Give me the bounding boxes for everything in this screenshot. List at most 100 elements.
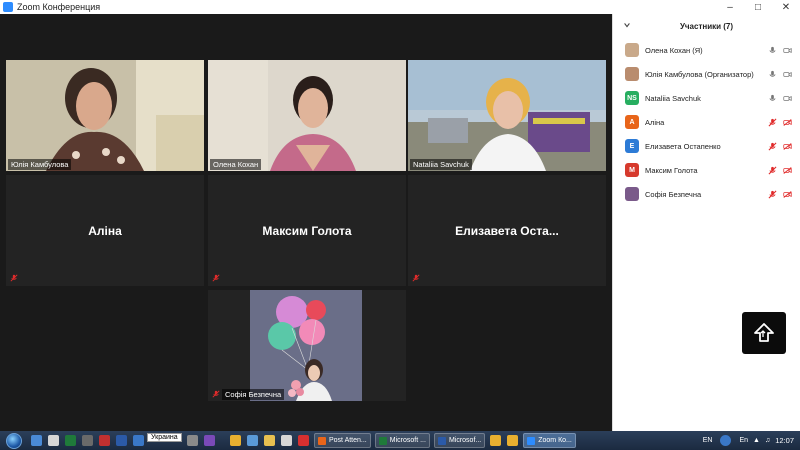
language-indicator-2[interactable]: En xyxy=(739,437,748,444)
video-tile-yelyzaveta[interactable]: Елизавета Оста... xyxy=(408,175,606,286)
quicklaunch-icon[interactable] xyxy=(99,435,110,446)
tile-name-tag: Софія Безпечна xyxy=(222,389,285,400)
taskbar-app-post-attendance[interactable]: Post Atten... xyxy=(314,433,371,448)
quicklaunch-icon[interactable] xyxy=(31,435,42,446)
camera-icon[interactable] xyxy=(783,46,792,55)
mic-muted-icon[interactable] xyxy=(768,142,777,151)
window-title: Zoom Конференция xyxy=(17,2,101,12)
maximize-button[interactable]: □ xyxy=(744,0,772,14)
participant-row[interactable]: А Аліна xyxy=(613,110,800,134)
participant-video xyxy=(6,60,204,171)
video-tile-maksym[interactable]: Максим Голота xyxy=(208,175,406,286)
participant-status-icons xyxy=(768,142,792,151)
quicklaunch-icon[interactable] xyxy=(82,435,93,446)
participant-name: Аліна xyxy=(645,117,665,127)
taskbar-app-icon[interactable] xyxy=(298,435,309,446)
taskbar-app-word[interactable]: Microsof... xyxy=(433,433,486,448)
video-gallery: Юлія Камбулова Олена Кохан Nataliia Savc… xyxy=(0,14,612,431)
video-tile-alina[interactable]: Аліна xyxy=(6,175,204,286)
participant-video xyxy=(408,60,606,171)
participant-name: Софія Безпечна xyxy=(645,189,702,199)
title-bar: Zoom Конференция – □ ✕ xyxy=(0,0,800,14)
avatar xyxy=(625,67,639,81)
participant-row[interactable]: NS Nataliia Savchuk xyxy=(613,86,800,110)
tile-display-name: Елизавета Оста... xyxy=(455,223,559,238)
participant-row[interactable]: М Максим Голота xyxy=(613,158,800,182)
share-screen-button[interactable] xyxy=(742,312,786,354)
camera-off-icon[interactable] xyxy=(783,190,792,199)
mic-muted-icon xyxy=(10,274,18,282)
start-button[interactable] xyxy=(6,432,22,449)
participant-row[interactable]: Олена Кохан (Я) xyxy=(613,38,800,62)
participant-status-icons xyxy=(768,70,792,79)
participant-status-icons xyxy=(768,46,792,55)
minimize-button[interactable]: – xyxy=(716,0,744,14)
keyboard-layout-tooltip: Украина xyxy=(147,433,182,442)
mic-muted-icon[interactable] xyxy=(768,166,777,175)
participants-header[interactable]: Участники (7) xyxy=(613,14,800,38)
word-icon[interactable] xyxy=(116,435,127,446)
mic-icon[interactable] xyxy=(768,94,777,103)
mic-muted-icon xyxy=(212,274,220,282)
participant-name: Nataliia Savchuk xyxy=(645,93,701,103)
taskbar-app-icon[interactable] xyxy=(230,435,241,446)
mic-icon[interactable] xyxy=(768,70,777,79)
volume-icon[interactable]: ♫ xyxy=(765,437,770,444)
participants-list: Олена Кохан (Я) Юлія Камбулова (Организат… xyxy=(613,38,800,206)
system-tray: EN En ▲ ♫ 12:07 xyxy=(703,435,800,446)
camera-off-icon[interactable] xyxy=(783,142,792,151)
help-icon[interactable] xyxy=(720,435,732,446)
windows-taskbar: Post Atten... Microsoft ... Microsof... … xyxy=(0,431,800,450)
video-tile-nataliia[interactable]: Nataliia Savchuk xyxy=(408,60,606,171)
network-icon[interactable]: ▲ xyxy=(753,437,760,444)
participant-name: Юлія Камбулова (Организатор) xyxy=(645,69,754,79)
taskbar-app-icon[interactable] xyxy=(281,435,292,446)
quicklaunch-icon[interactable] xyxy=(48,435,59,446)
mic-muted-icon[interactable] xyxy=(768,118,777,127)
tile-name-tag: Олена Кохан xyxy=(210,159,262,170)
folder-icon[interactable] xyxy=(264,435,275,446)
mic-muted-icon xyxy=(212,390,220,398)
avatar: М xyxy=(625,163,639,177)
mic-icon[interactable] xyxy=(768,46,777,55)
zoom-app-icon xyxy=(3,2,13,12)
participant-row[interactable]: Софія Безпечна xyxy=(613,182,800,206)
mic-muted-icon xyxy=(412,274,420,282)
participant-status-icons xyxy=(768,166,792,175)
quicklaunch-icon[interactable] xyxy=(133,435,144,446)
excel-icon[interactable] xyxy=(65,435,76,446)
video-tile-olena[interactable]: Олена Кохан xyxy=(208,60,406,171)
quicklaunch-icon[interactable] xyxy=(187,435,198,446)
taskbar-app-icon[interactable] xyxy=(490,435,502,446)
mic-muted-icon[interactable] xyxy=(768,190,777,199)
participant-name: Елизавета Остапенко xyxy=(645,141,721,151)
video-tile-yuliia[interactable]: Юлія Камбулова xyxy=(6,60,204,171)
avatar: NS xyxy=(625,91,639,105)
close-button[interactable]: ✕ xyxy=(772,0,800,14)
language-indicator[interactable]: EN xyxy=(703,437,713,444)
participant-name: Олена Кохан (Я) xyxy=(645,45,703,55)
taskbar-app-zoom[interactable]: Zoom Ко... xyxy=(523,433,576,448)
avatar: А xyxy=(625,115,639,129)
camera-off-icon[interactable] xyxy=(783,166,792,175)
participants-panel: Участники (7) Олена Кохан (Я) Юлія Камбул… xyxy=(612,14,800,431)
camera-icon[interactable] xyxy=(783,94,792,103)
participant-status-icons xyxy=(768,190,792,199)
participant-row[interactable]: Е Елизавета Остапенко xyxy=(613,134,800,158)
viber-icon[interactable] xyxy=(204,435,215,446)
participant-photo xyxy=(208,290,406,401)
clock[interactable]: 12:07 xyxy=(775,436,794,445)
avatar xyxy=(625,43,639,57)
chevron-down-icon[interactable] xyxy=(623,21,631,29)
camera-off-icon[interactable] xyxy=(783,118,792,127)
taskbar-app-icon[interactable] xyxy=(507,435,519,446)
video-tile-sofiia[interactable]: Софія Безпечна xyxy=(208,290,406,401)
taskbar-app-icon[interactable] xyxy=(247,435,258,446)
participant-row[interactable]: Юлія Камбулова (Организатор) xyxy=(613,62,800,86)
participants-title: Участники (7) xyxy=(679,21,734,31)
camera-icon[interactable] xyxy=(783,70,792,79)
zoom-window: Zoom Конференция – □ ✕ Юлія Камбулова Ол… xyxy=(0,0,800,450)
taskbar-app-excel[interactable]: Microsoft ... xyxy=(374,433,430,448)
participant-name: Максим Голота xyxy=(645,165,698,175)
participant-status-icons xyxy=(768,118,792,127)
